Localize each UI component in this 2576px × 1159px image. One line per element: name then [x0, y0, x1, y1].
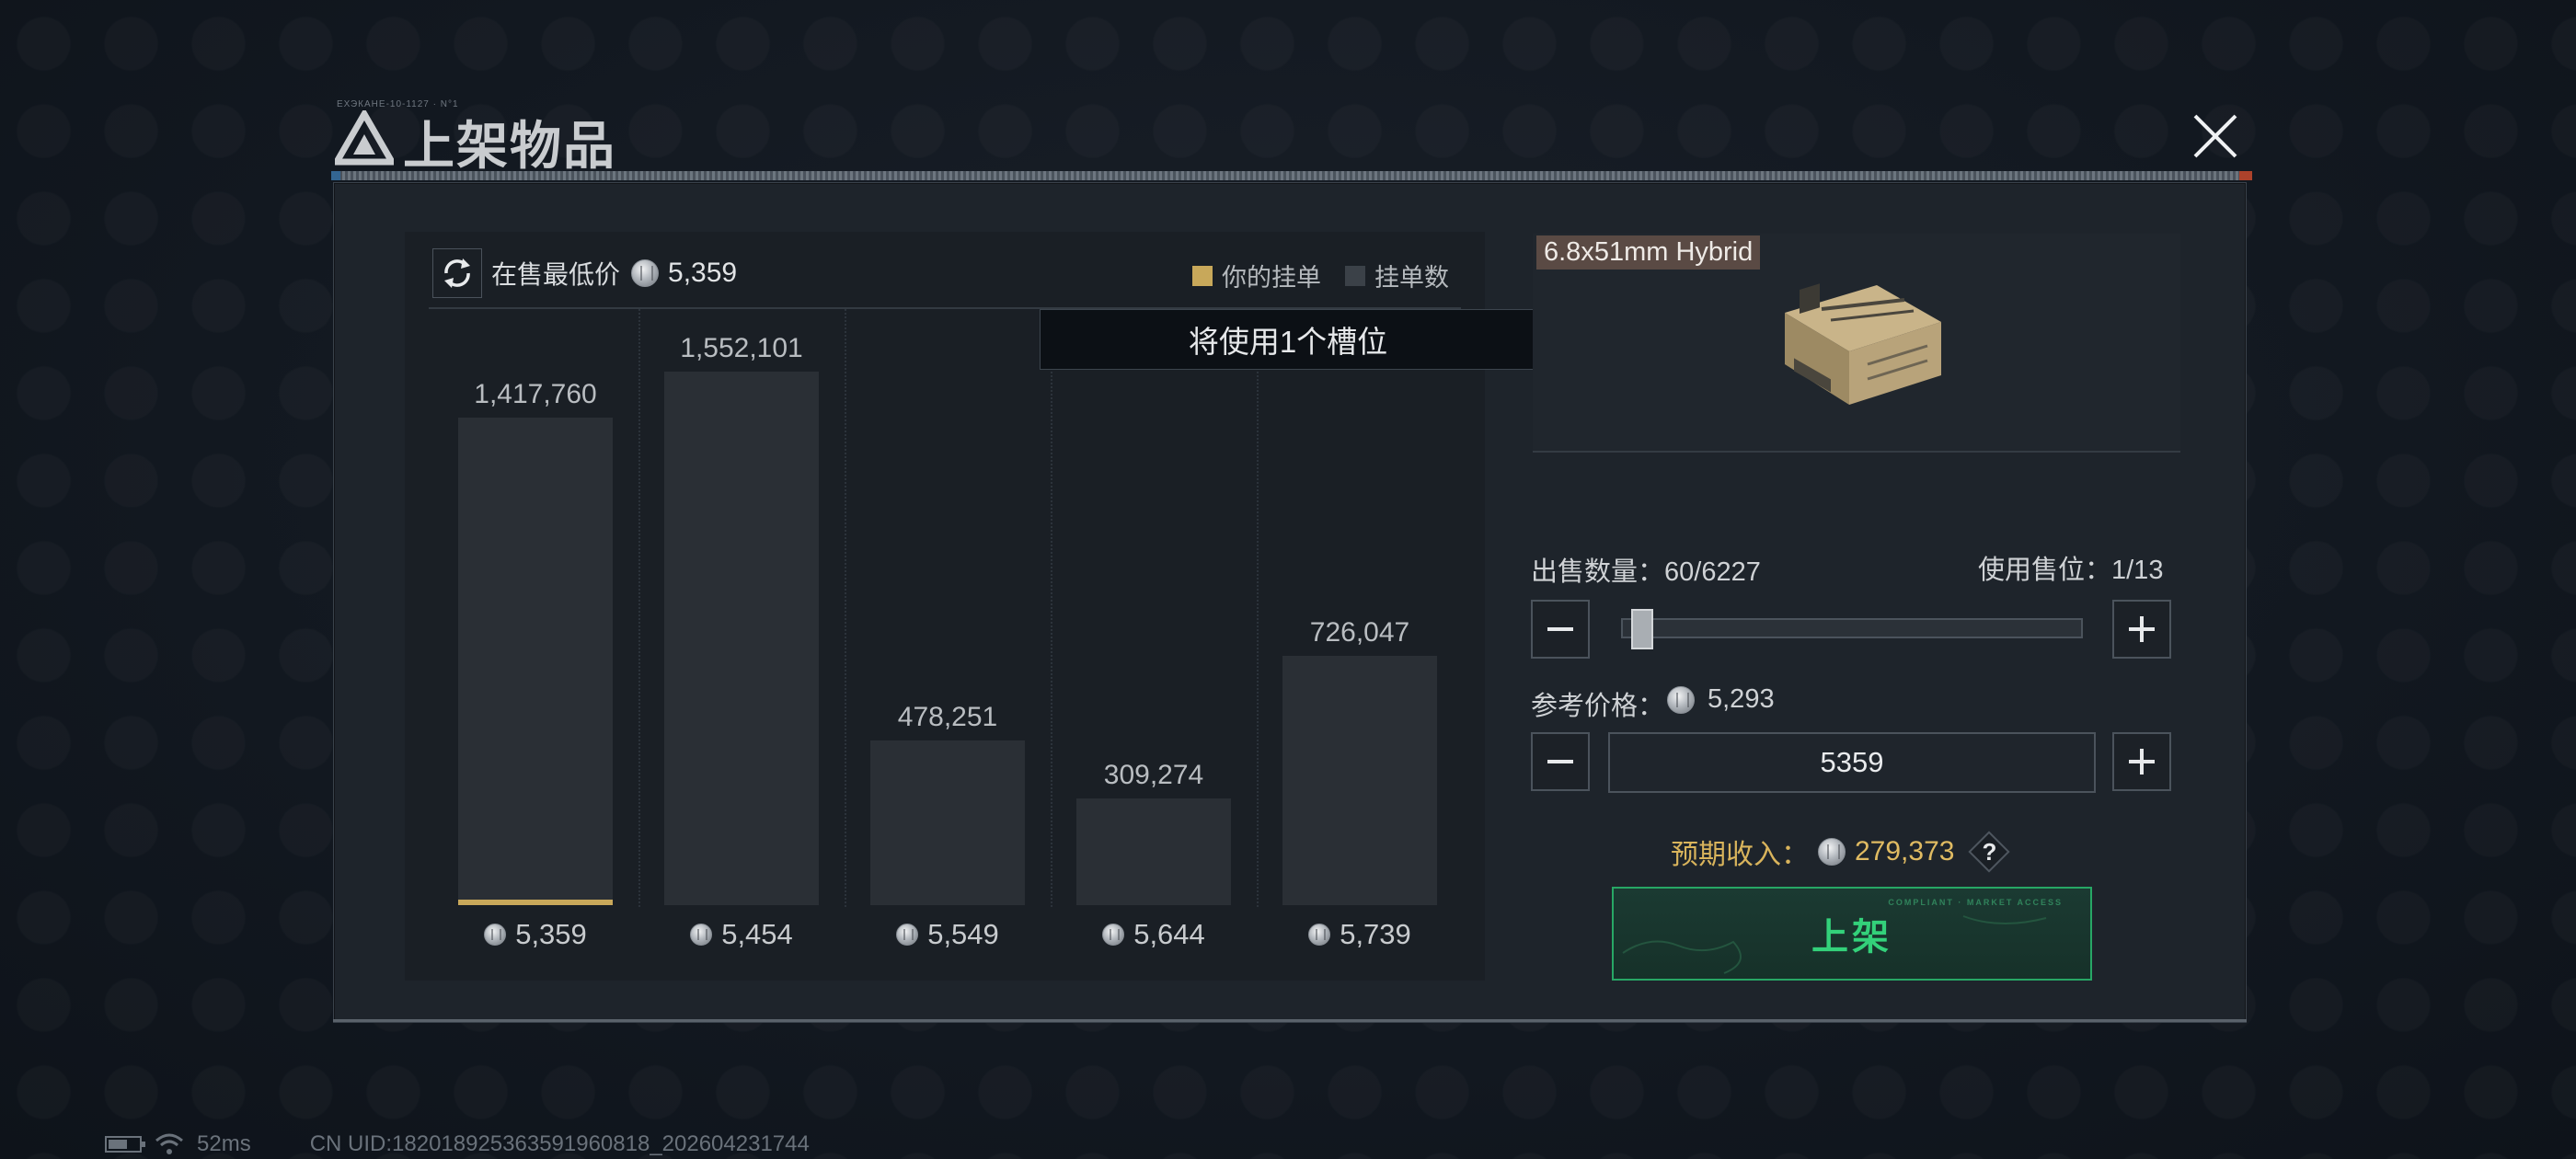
price-tick-label: 5,454: [721, 918, 793, 950]
user-uid: CN UID:182018925363591960818_20260423174…: [309, 1131, 810, 1156]
bar-price-label: 5,739: [1268, 916, 1452, 953]
coin-icon: [1667, 686, 1695, 714]
chart-column-separator: [1051, 309, 1052, 907]
dialog-title: 上架物品: [403, 117, 616, 175]
chart-bar[interactable]: [664, 372, 819, 905]
minus-icon: [1547, 627, 1573, 631]
quantity-increase-button[interactable]: [2112, 600, 2171, 659]
price-decrease-button[interactable]: [1531, 732, 1590, 791]
expected-income-value: 279,373: [1855, 836, 1955, 866]
price-input[interactable]: 5359: [1608, 732, 2096, 793]
button-tech-text: COMPLIANT · MARKET ACCESS: [1888, 898, 2063, 907]
chart-bar[interactable]: [1282, 656, 1437, 905]
price-tick-label: 5,739: [1340, 918, 1411, 950]
bar-price-label: 5,359: [443, 916, 627, 953]
help-icon: ?: [1982, 837, 1997, 866]
plus-icon: [2129, 616, 2155, 642]
reference-price-label: 参考价格：: [1531, 692, 1665, 721]
chart-bar[interactable]: [1076, 798, 1231, 905]
chart-column-separator: [1257, 309, 1259, 907]
bar-value-label: 726,047: [1309, 617, 1410, 648]
close-button[interactable]: [2179, 99, 2252, 173]
chart-column-separator: [638, 309, 640, 907]
chart-bar[interactable]: [458, 418, 613, 905]
legend-label-order-count: 挂单数: [1374, 264, 1449, 292]
quantity-slider-track[interactable]: [1621, 618, 2083, 638]
bar-value-label: 309,274: [1103, 760, 1204, 790]
ammo-box-icon: [1785, 283, 1941, 405]
chart-legend: 你的挂单 挂单数: [1178, 258, 1449, 293]
minus-icon: [1547, 760, 1573, 763]
ping-value: 52ms: [197, 1131, 251, 1156]
battery-icon: [105, 1136, 145, 1153]
brand-logo-icon: [335, 110, 394, 166]
refresh-button[interactable]: [432, 248, 482, 298]
bar-value-label: 1,417,760: [474, 379, 597, 409]
bar-value-label: 478,251: [897, 702, 998, 732]
item-name: 6.8x51mm Hybrid: [1536, 235, 1761, 270]
bar-price-label: 5,549: [856, 916, 1040, 953]
panel-bottom-border: [333, 1019, 2247, 1022]
coin-icon: [896, 924, 919, 946]
quantity-label: 出售数量：60/6227: [1531, 557, 1761, 587]
price-increase-button[interactable]: [2112, 732, 2171, 791]
your-order-marker: [458, 900, 613, 905]
plus-icon: [2129, 749, 2155, 775]
price-tick-label: 5,359: [515, 918, 587, 950]
list-button-label: 上架: [1811, 917, 1892, 958]
legend-label-your-order: 你的挂单: [1222, 264, 1321, 292]
legend-swatch-your-order: [1192, 265, 1213, 286]
wifi-icon: [155, 1133, 183, 1154]
coin-icon: [690, 924, 713, 946]
lowest-price-row: 在售最低价 5,359: [432, 248, 737, 298]
price-tick-label: 5,644: [1133, 918, 1205, 950]
list-item-button[interactable]: COMPLIANT · MARKET ACCESS 上架: [1612, 887, 2092, 981]
coin-icon: [631, 259, 660, 287]
slots-used-label: 使用售位：1/13: [1978, 556, 2164, 585]
legend-item-order-count: 挂单数: [1345, 258, 1449, 293]
close-icon: [2193, 114, 2237, 158]
expected-income-row: 预期收入： 279,373 ?: [1671, 832, 2007, 872]
bar-price-label: 5,454: [650, 916, 834, 953]
price-tick-label: 5,549: [927, 918, 999, 950]
slot-usage-tooltip: 将使用1个槽位: [1040, 309, 1536, 370]
refresh-icon: [444, 258, 470, 288]
item-preview-divider: [1533, 451, 2180, 453]
reference-price-value: 5,293: [1708, 684, 1775, 714]
chart-column-separator: [845, 309, 846, 907]
legend-item-your-order: 你的挂单: [1192, 258, 1321, 293]
legend-swatch-order-count: [1345, 265, 1365, 286]
quantity-decrease-button[interactable]: [1531, 600, 1590, 659]
quantity-slider-handle[interactable]: [1630, 609, 1653, 649]
lowest-price-value: 5,359: [668, 258, 738, 288]
help-button[interactable]: ?: [1971, 833, 2007, 870]
bar-value-label: 1,552,101: [680, 333, 803, 363]
dialog-header: ЕХЭКАНЕ-10-1127 · N°1 上架物品: [331, 99, 2252, 182]
coin-icon: [1308, 924, 1331, 946]
coin-icon: [1818, 838, 1846, 866]
coin-icon: [1102, 924, 1125, 946]
lowest-price-label: 在售最低价: [491, 260, 621, 289]
header-divider: [331, 171, 2252, 180]
expected-income-label: 预期收入：: [1671, 840, 1809, 870]
chart-bar[interactable]: [870, 740, 1025, 905]
bar-price-label: 5,644: [1062, 916, 1246, 953]
coin-icon: [484, 924, 507, 946]
status-footer: 52ms CN UID:182018925363591960818_202604…: [105, 1131, 810, 1157]
